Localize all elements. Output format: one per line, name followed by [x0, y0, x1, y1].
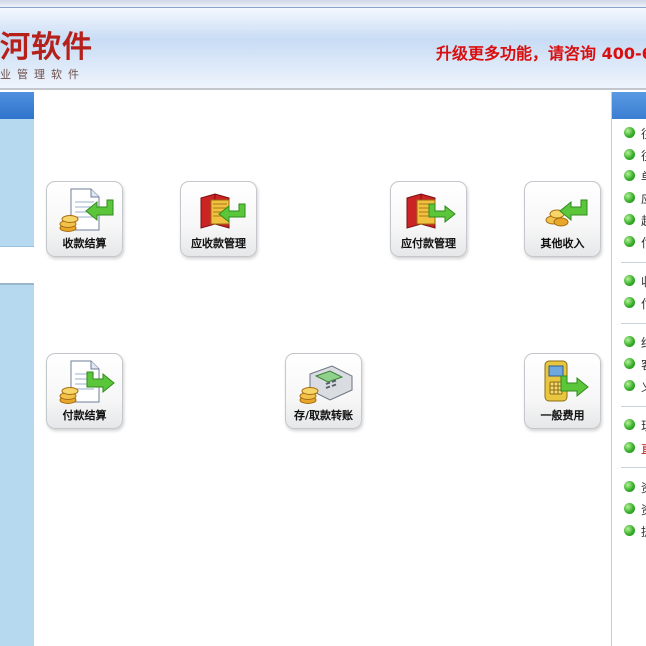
general-expense-button[interactable]: 一般费用 [524, 353, 601, 429]
right-sidebar-item[interactable]: 收 [624, 273, 646, 289]
right-sidebar-item-label: 超 [641, 212, 646, 229]
green-dot-icon [624, 503, 635, 514]
deposit-withdraw-transfer-button[interactable]: 存/取款转账 [285, 353, 362, 429]
right-sidebar-item-label: 直 [641, 440, 646, 457]
general-expense-label: 一般费用 [540, 409, 585, 422]
right-sidebar-item-label: 收 [641, 273, 646, 290]
right-sidebar-item[interactable]: 超 [624, 212, 646, 228]
green-dot-icon [624, 214, 635, 225]
payment-settlement-button[interactable]: 付款结算 [46, 353, 123, 429]
right-sidebar-item[interactable]: 付 [624, 295, 646, 311]
green-dot-icon [624, 127, 635, 138]
right-sidebar-item[interactable]: 结 [624, 334, 646, 350]
right-sidebar-item-label: 资 [641, 479, 646, 496]
right-sidebar-item-label: 客 [641, 356, 646, 373]
payables-management-button[interactable]: 应付款管理 [390, 181, 467, 257]
app-window: 河软件 业管理软件 升级更多功能，请咨询 400-6€ 收款结算 应收款管理 应… [0, 0, 646, 646]
right-sidebar-divider [621, 406, 646, 407]
receipt-settlement-button[interactable]: 收款结算 [46, 181, 123, 257]
green-dot-icon [624, 170, 635, 181]
right-sidebar-item-label: 应 [641, 190, 646, 207]
right-sidebar-item[interactable]: 客 [624, 356, 646, 372]
other-income-button[interactable]: 其他收入 [524, 181, 601, 257]
right-sidebar-header[interactable] [612, 92, 646, 119]
green-dot-icon [624, 419, 635, 430]
green-dot-icon [624, 358, 635, 369]
right-sidebar-item[interactable]: 资 [624, 479, 646, 495]
green-dot-icon [624, 192, 635, 203]
left-sidebar-gap [0, 247, 34, 283]
right-sidebar-divider [621, 323, 646, 324]
document-coins-arrow-icon [59, 188, 114, 232]
brand-logo-text: 河软件 [0, 30, 93, 65]
phone-card-arrow-icon [544, 360, 589, 402]
right-sidebar-item[interactable]: 现 [624, 417, 646, 433]
brand-tagline: 业管理软件 [0, 68, 85, 81]
right-sidebar-item[interactable]: 付 [624, 234, 646, 250]
right-sidebar-item[interactable]: 往 [624, 125, 646, 141]
green-dot-icon [624, 380, 635, 391]
green-dot-icon [624, 481, 635, 492]
green-dot-icon [624, 236, 635, 247]
other-income-label: 其他收入 [540, 237, 585, 250]
right-sidebar-item-label: 往 [641, 125, 646, 142]
payables-management-label: 应付款管理 [401, 237, 456, 250]
green-dot-icon [624, 525, 635, 536]
left-sidebar-panel-bottom [0, 283, 34, 646]
red-book-arrow-icon [200, 193, 246, 229]
receipt-settlement-label: 收款结算 [62, 237, 107, 250]
right-sidebar-divider [621, 467, 646, 468]
right-sidebar-item[interactable]: 资 [624, 501, 646, 517]
upgrade-promo-text: 升级更多功能，请咨询 400-6€ [436, 44, 646, 63]
green-dot-icon [624, 297, 635, 308]
green-dot-icon [624, 149, 635, 160]
right-sidebar: 往 往 单 应 超 付 收 付 结 客 义 现 直 资 资 提 [611, 92, 646, 646]
right-sidebar-item-label: 现 [641, 417, 646, 434]
right-sidebar-item-label: 提 [641, 523, 646, 540]
right-sidebar-item[interactable]: 往 [624, 147, 646, 163]
right-sidebar-item-label: 付 [641, 234, 646, 251]
payment-settlement-label: 付款结算 [62, 409, 107, 422]
left-sidebar-header[interactable] [0, 92, 34, 119]
green-dot-icon [624, 442, 635, 453]
right-sidebar-item-label: 结 [641, 334, 646, 351]
app-header: 河软件 业管理软件 升级更多功能，请咨询 400-6€ [0, 0, 646, 90]
right-sidebar-item[interactable]: 提 [624, 523, 646, 539]
right-sidebar-item-label: 单 [641, 168, 646, 185]
right-sidebar-item-label: 义 [641, 378, 646, 395]
right-sidebar-item[interactable]: 直 [624, 440, 646, 456]
right-sidebar-item-label: 资 [641, 501, 646, 518]
left-sidebar [0, 92, 34, 646]
right-sidebar-item[interactable]: 单 [624, 168, 646, 184]
receivables-management-button[interactable]: 应收款管理 [180, 181, 257, 257]
receivables-management-label: 应收款管理 [191, 237, 246, 250]
coins-arrow-icon [545, 199, 588, 227]
right-sidebar-divider [621, 262, 646, 263]
pos-terminal-coins-icon [299, 365, 353, 404]
green-dot-icon [624, 336, 635, 347]
deposit-withdraw-transfer-label: 存/取款转账 [293, 409, 354, 422]
red-book-arrow-icon [406, 193, 456, 229]
right-sidebar-item[interactable]: 义 [624, 378, 646, 394]
right-sidebar-item[interactable]: 应 [624, 190, 646, 206]
document-coins-arrow-icon [59, 360, 115, 404]
right-sidebar-item-label: 往 [641, 147, 646, 164]
green-dot-icon [624, 275, 635, 286]
left-sidebar-panel-top [0, 119, 34, 247]
header-top-strip [0, 0, 646, 8]
right-sidebar-item-label: 付 [641, 295, 646, 312]
